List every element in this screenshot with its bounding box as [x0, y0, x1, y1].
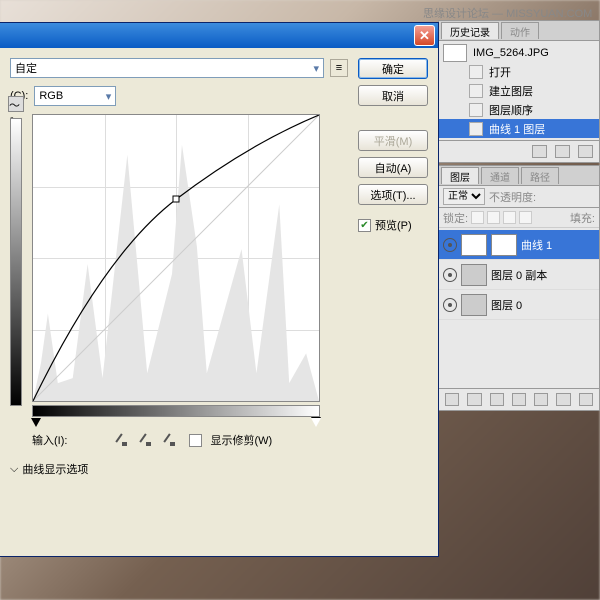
mask-icon[interactable] — [490, 393, 504, 406]
visibility-icon[interactable] — [443, 238, 457, 252]
preview-label: 预览(P) — [375, 217, 412, 233]
layer-name: 图层 0 — [491, 297, 522, 313]
history-item[interactable]: 打开 — [439, 62, 599, 81]
adjustment-icon[interactable] — [512, 393, 526, 406]
history-panel: 历史记录 动作 IMG_5264.JPG 打开建立图层图层顺序曲线 1 图层 — [438, 20, 600, 163]
history-step-label: 曲线 1 图层 — [489, 121, 545, 137]
close-icon[interactable]: ✕ — [414, 25, 435, 46]
white-eyedropper-icon[interactable] — [163, 431, 181, 449]
cancel-button[interactable]: 取消 — [358, 85, 428, 106]
layer-item[interactable]: 图层 0 — [439, 290, 599, 320]
link-icon[interactable] — [445, 393, 459, 406]
input-gradient[interactable] — [32, 405, 320, 417]
lock-label: 锁定: — [443, 210, 468, 226]
history-step-icon — [469, 84, 483, 98]
output-gradient — [10, 118, 22, 406]
ok-button[interactable]: 确定 — [358, 58, 428, 79]
auto-button[interactable]: 自动(A) — [358, 157, 428, 178]
fill-label: 填充: — [570, 210, 595, 226]
layer-name: 曲线 1 — [521, 237, 552, 253]
layer-thumb — [461, 264, 487, 286]
history-item[interactable]: 图层顺序 — [439, 100, 599, 119]
show-clip-label: 显示修剪(W) — [210, 432, 272, 448]
tab-layers[interactable]: 图层 — [441, 167, 479, 184]
lock-brush-icon[interactable] — [487, 211, 500, 224]
trash-icon[interactable] — [579, 393, 593, 406]
blend-mode-dropdown[interactable]: 正常 — [443, 188, 485, 205]
input-label: 输入(I): — [32, 432, 67, 448]
watermark-text: 思缘设计论坛 — MISSYUAN.COM — [423, 5, 592, 21]
mask-thumb — [491, 234, 517, 256]
adjustment-thumb: 〰 — [461, 234, 487, 256]
curves-dialog: ✕ 自定 ≡ (C): RGB 〜 ✎ — [0, 22, 439, 557]
new-layer-icon[interactable] — [556, 393, 570, 406]
smooth-button: 平滑(M) — [358, 130, 428, 151]
tab-actions[interactable]: 动作 — [501, 22, 539, 39]
history-step-icon — [469, 122, 483, 136]
layer-thumb — [461, 294, 487, 316]
opacity-label: 不透明度: — [489, 189, 536, 205]
curve-path — [33, 115, 319, 401]
layers-panel: 图层 通道 路径 正常 不透明度: 锁定: 填充: 〰 曲线 1 图层 0 副本图层… — [438, 165, 600, 411]
folder-icon[interactable] — [534, 393, 548, 406]
visibility-icon[interactable] — [443, 298, 457, 312]
history-step-label: 建立图层 — [489, 83, 533, 99]
trash-icon[interactable] — [578, 145, 593, 158]
history-step-label: 图层顺序 — [489, 102, 533, 118]
layer-item[interactable]: 图层 0 副本 — [439, 260, 599, 290]
tab-paths[interactable]: 路径 — [521, 167, 559, 184]
preset-menu-icon[interactable]: ≡ — [330, 59, 348, 77]
preview-checkbox[interactable]: ✔ — [358, 219, 371, 232]
black-point-slider[interactable] — [31, 418, 41, 428]
layer-item[interactable]: 〰 曲线 1 — [439, 230, 599, 260]
tab-history[interactable]: 历史记录 — [441, 22, 499, 39]
fx-icon[interactable] — [467, 393, 481, 406]
lock-position-icon[interactable] — [503, 211, 516, 224]
history-step-icon — [469, 65, 483, 79]
layer-name: 图层 0 副本 — [491, 267, 547, 283]
history-item[interactable]: 曲线 1 图层 — [439, 119, 599, 138]
lock-transparency-icon[interactable] — [471, 211, 484, 224]
history-filename: IMG_5264.JPG — [473, 47, 549, 59]
channel-dropdown[interactable]: RGB — [34, 86, 116, 106]
new-document-icon[interactable] — [555, 145, 570, 158]
history-item[interactable]: 建立图层 — [439, 81, 599, 100]
visibility-icon[interactable] — [443, 268, 457, 282]
white-point-slider[interactable] — [311, 418, 321, 428]
curve-tool-icon[interactable]: 〜 — [8, 96, 24, 112]
show-clip-checkbox[interactable] — [189, 434, 202, 447]
chevron-right-icon[interactable]: ⌵ — [10, 463, 18, 476]
curve-options-toggle[interactable]: 曲线显示选项 — [22, 461, 88, 477]
history-step-icon — [469, 103, 483, 117]
tab-channels[interactable]: 通道 — [481, 167, 519, 184]
options-button[interactable]: 选项(T)... — [358, 184, 428, 205]
new-snapshot-icon[interactable] — [532, 145, 547, 158]
history-thumbnail[interactable] — [443, 44, 467, 62]
history-step-label: 打开 — [489, 64, 511, 80]
gray-eyedropper-icon[interactable] — [139, 431, 157, 449]
curve-control-point[interactable] — [173, 196, 180, 203]
black-eyedropper-icon[interactable] — [115, 431, 133, 449]
preset-dropdown[interactable]: 自定 — [10, 58, 324, 78]
curve-graph[interactable] — [32, 114, 320, 402]
lock-all-icon[interactable] — [519, 211, 532, 224]
dialog-titlebar[interactable]: ✕ — [0, 23, 438, 48]
